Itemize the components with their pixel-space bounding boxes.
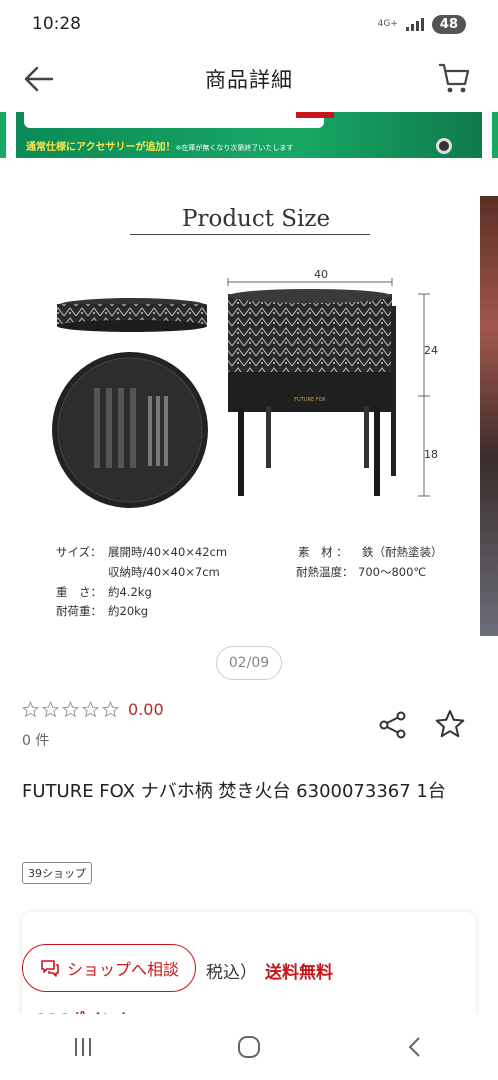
banner-text-note: ※在庫が無くなり次第終了いたします — [175, 144, 294, 152]
image-counter: 02/09 — [216, 646, 282, 680]
banner-edge-left — [0, 112, 6, 158]
favorite-star-icon[interactable] — [434, 708, 466, 740]
back-arrow-icon[interactable] — [22, 62, 56, 96]
star-empty-icon — [42, 701, 59, 718]
banner-text: 通常仕様にアクセサリーが追加！※在庫が無くなり次第終了いたします — [26, 138, 293, 153]
battery-icon: 48 — [431, 14, 466, 34]
chat-icon — [41, 960, 59, 977]
rating[interactable]: 0.00 — [22, 700, 164, 719]
rating-value: 0.00 — [128, 700, 164, 719]
review-count[interactable]: 0 件 — [22, 730, 49, 750]
app-header: 商品詳細 — [0, 48, 498, 110]
page-title: 商品詳細 — [205, 68, 293, 92]
banner-main: 通常仕様にアクセサリーが追加！※在庫が無くなり次第終了いたします — [16, 112, 482, 158]
size-stored: 収納時/40×40×7cm — [108, 565, 220, 579]
heat-label: 耐熱温度： — [296, 565, 354, 579]
status-bar: 10:28 4G+ 48 — [0, 0, 498, 48]
size-label: サイズ： — [56, 545, 102, 559]
signal-icon — [405, 17, 424, 31]
star-empty-icon — [82, 701, 99, 718]
recent-apps-icon — [75, 1038, 91, 1056]
price-info: 税込） 送料無料 — [206, 958, 333, 983]
star-empty-icon — [22, 701, 39, 718]
status-icons: 4G+ 48 — [377, 14, 466, 34]
weight-value: 約4.2kg — [108, 585, 152, 599]
banner-text-main: 通常仕様にアクセサリーが追加！ — [26, 142, 176, 153]
dim-top: 24 — [424, 344, 438, 357]
product-size-title: Product Size — [182, 206, 331, 232]
banner-edge-right — [492, 112, 498, 158]
product-name: FUTURE FOX ナバホ柄 焚き火台 6300073367 1台 — [22, 781, 446, 802]
recent-apps-button[interactable] — [63, 1027, 103, 1067]
system-nav-bar — [0, 1014, 498, 1080]
product-image[interactable]: Product Size FUTURE FOX 40 24 18 サイズ： 展開… — [16, 186, 480, 636]
free-shipping: 送料無料 — [265, 963, 333, 983]
star-empty-icon — [102, 701, 119, 718]
dim-width: 40 — [314, 268, 328, 281]
status-time: 10:28 — [32, 14, 81, 34]
next-image-peek[interactable] — [480, 196, 498, 636]
banner-white-strip — [24, 112, 324, 128]
dim-bottom: 18 — [424, 448, 438, 461]
cart-icon[interactable] — [436, 60, 472, 96]
title-underline — [130, 234, 370, 235]
material-value: 鉄（耐熱塗装） — [362, 545, 443, 559]
promo-banner[interactable]: 通常仕様にアクセサリーが追加！※在庫が無くなり次第終了いたします — [0, 112, 498, 160]
back-button[interactable] — [395, 1027, 435, 1067]
fire-pit-logo: FUTURE FOX — [294, 397, 326, 403]
home-icon — [238, 1036, 260, 1058]
heat-value: 700～800℃ — [358, 565, 427, 579]
star-empty-icon — [62, 701, 79, 718]
load-value: 約20kg — [108, 604, 149, 618]
load-label: 耐荷重： — [56, 604, 102, 618]
home-button[interactable] — [229, 1027, 269, 1067]
banner-wheel-image — [436, 138, 452, 154]
back-chevron-icon — [408, 1037, 420, 1057]
banner-red-tab — [296, 112, 334, 118]
consult-shop-button[interactable]: ショップへ相談 — [22, 944, 197, 992]
weight-label: 重 さ： — [56, 585, 102, 599]
network-label: 4G+ — [377, 19, 398, 29]
material-label: 素 材 ： — [298, 545, 348, 559]
size-open: 展開時/40×40×42cm — [108, 545, 228, 559]
consult-label: ショップへ相談 — [67, 960, 180, 979]
share-icon[interactable] — [378, 710, 408, 740]
tax-note: 税込） — [206, 963, 257, 983]
shop-badge[interactable]: 39ショップ — [22, 862, 92, 884]
